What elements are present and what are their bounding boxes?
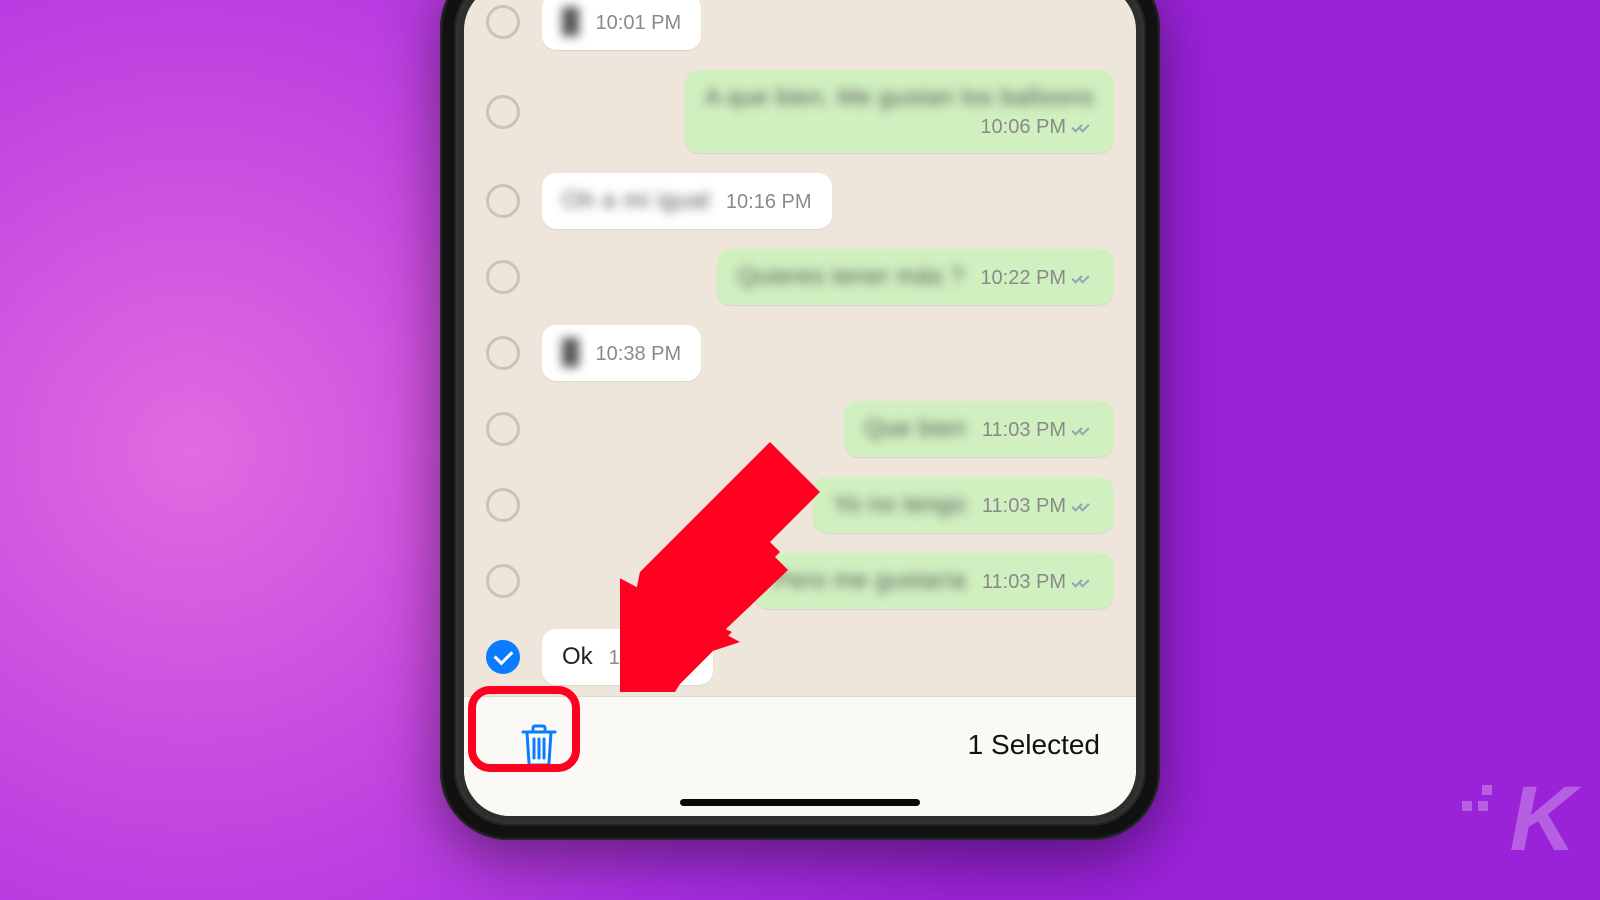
received-message-bubble[interactable]: █ 10:38 PM	[542, 325, 701, 381]
message-meta: 11:03 PM	[982, 419, 1094, 442]
bubble-area: █ 10:01 PM	[542, 0, 1114, 50]
read-ticks-icon	[1072, 272, 1094, 286]
selected-count-label: 1 Selected	[968, 729, 1100, 761]
sent-message-bubble[interactable]: Quieres tener más ? 10:22 PM	[717, 249, 1114, 305]
message-meta: 10:01 PM	[596, 12, 682, 35]
bubble-area: Pero me gustaría 11:03 PM	[542, 553, 1114, 609]
message-row[interactable]: Pero me gustaría 11:03 PM	[486, 553, 1114, 609]
chat-message-list: █ 10:01 PM A que bien. Me gustan los ballo…	[464, 0, 1136, 696]
message-row[interactable]: A que bien. Me gustan los balloons 10:06 …	[486, 70, 1114, 153]
sent-message-bubble[interactable]: Yo no tengo 11:03 PM	[813, 477, 1114, 533]
received-message-bubble[interactable]: █ 10:01 PM	[542, 0, 701, 50]
received-message-bubble[interactable]: Ok 11:04 PM	[542, 629, 713, 685]
bubble-area: Oh a mi igual 10:16 PM	[542, 173, 1114, 229]
message-row[interactable]: Oh a mi igual 10:16 PM	[486, 173, 1114, 229]
message-time: 11:04 PM	[609, 647, 693, 670]
message-time: 10:38 PM	[596, 343, 682, 366]
message-text: Que bien	[864, 415, 965, 443]
message-time: 10:22 PM	[980, 267, 1066, 290]
received-message-bubble[interactable]: Oh a mi igual 10:16 PM	[542, 173, 832, 229]
phone-frame: █ 10:01 PM A que bien. Me gustan los ballo…	[440, 0, 1160, 840]
message-text: Oh a mi igual	[562, 187, 710, 215]
delete-button[interactable]	[500, 706, 578, 784]
sent-message-bubble[interactable]: A que bien. Me gustan los balloons 10:06 …	[685, 70, 1114, 153]
message-text: █	[562, 339, 580, 367]
message-meta: 11:03 PM	[982, 495, 1094, 518]
message-time: 10:01 PM	[596, 12, 682, 35]
message-select-circle[interactable]	[486, 564, 520, 598]
message-select-circle[interactable]	[486, 488, 520, 522]
message-meta: 10:16 PM	[726, 191, 812, 214]
message-meta: 11:03 PM	[982, 571, 1094, 594]
read-ticks-icon	[1072, 424, 1094, 438]
phone-screen: █ 10:01 PM A que bien. Me gustan los ballo…	[464, 0, 1136, 816]
bubble-area: Quieres tener más ? 10:22 PM	[542, 249, 1114, 305]
message-time: 11:03 PM	[982, 571, 1066, 594]
bubble-area: A que bien. Me gustan los balloons 10:06 …	[542, 70, 1114, 153]
bubble-area: █ 10:38 PM	[542, 325, 1114, 381]
message-select-circle[interactable]	[486, 260, 520, 294]
message-text: Pero me gustaría	[774, 567, 966, 595]
message-time: 10:06 PM	[980, 116, 1066, 139]
message-select-circle[interactable]	[486, 640, 520, 674]
phone-bevel: █ 10:01 PM A que bien. Me gustan los ballo…	[454, 0, 1146, 826]
message-text: Quieres tener más ?	[737, 263, 964, 291]
sent-message-bubble[interactable]: Pero me gustaría 11:03 PM	[754, 553, 1114, 609]
message-text: A que bien. Me gustan los balloons	[705, 84, 1094, 112]
watermark-logo: K	[1510, 767, 1572, 872]
message-row[interactable]: Quieres tener más ? 10:22 PM	[486, 249, 1114, 305]
message-row[interactable]: Yo no tengo 11:03 PM	[486, 477, 1114, 533]
read-ticks-icon	[1072, 121, 1094, 135]
message-time: 11:03 PM	[982, 419, 1066, 442]
message-row[interactable]: █ 10:01 PM	[486, 0, 1114, 50]
message-select-circle[interactable]	[486, 95, 520, 129]
message-time: 11:03 PM	[982, 495, 1066, 518]
selection-toolbar: 1 Selected	[464, 696, 1136, 816]
message-meta: 10:06 PM	[980, 116, 1094, 139]
sent-message-bubble[interactable]: Que bien 11:03 PM	[844, 401, 1114, 457]
message-select-circle[interactable]	[486, 336, 520, 370]
bubble-area: Yo no tengo 11:03 PM	[542, 477, 1114, 533]
message-text: Yo no tengo	[833, 491, 966, 519]
screenshot-stage: █ 10:01 PM A que bien. Me gustan los ballo…	[0, 0, 1600, 900]
message-meta: 10:22 PM	[980, 267, 1094, 290]
message-text: █	[562, 8, 580, 36]
read-ticks-icon	[1072, 500, 1094, 514]
message-row[interactable]: Que bien 11:03 PM	[486, 401, 1114, 457]
message-select-circle[interactable]	[486, 412, 520, 446]
message-select-circle[interactable]	[486, 184, 520, 218]
message-text: Ok	[562, 643, 593, 671]
home-indicator[interactable]	[680, 799, 920, 806]
bubble-area: Ok 11:04 PM	[542, 629, 1114, 685]
message-row[interactable]: █ 10:38 PM	[486, 325, 1114, 381]
message-meta: 11:04 PM	[609, 647, 693, 670]
message-meta: 10:38 PM	[596, 343, 682, 366]
message-select-circle[interactable]	[486, 5, 520, 39]
message-row[interactable]: Ok 11:04 PM	[486, 629, 1114, 685]
message-time: 10:16 PM	[726, 191, 812, 214]
trash-icon	[520, 723, 558, 767]
bubble-area: Que bien 11:03 PM	[542, 401, 1114, 457]
read-ticks-icon	[1072, 576, 1094, 590]
